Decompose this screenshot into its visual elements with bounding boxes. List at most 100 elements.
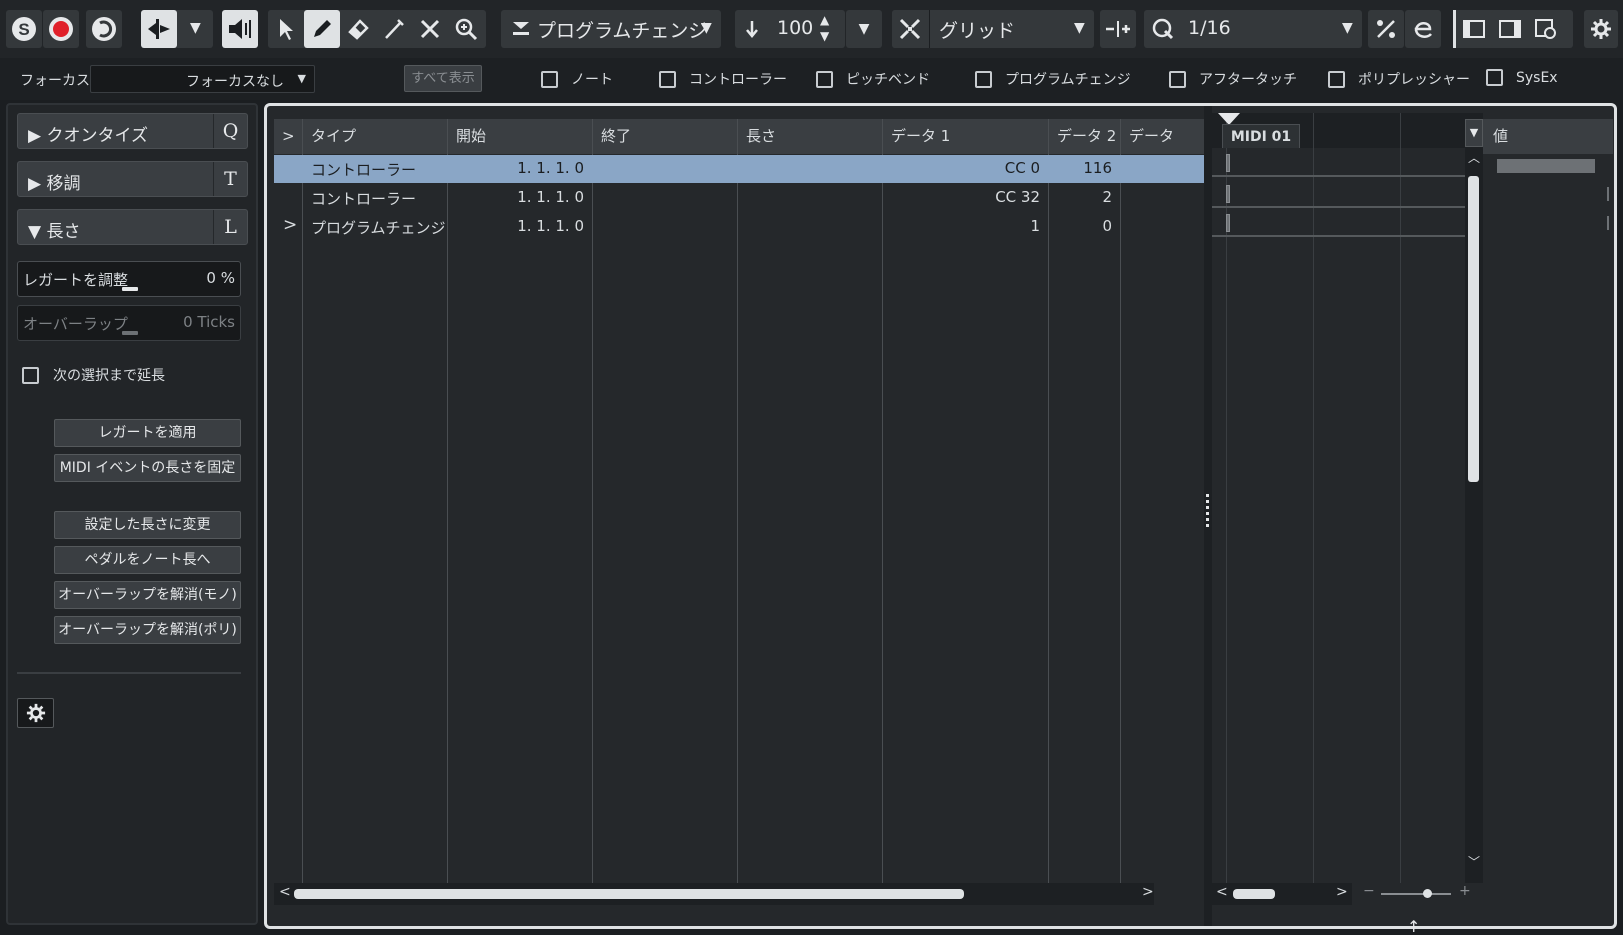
expand-column-header[interactable]: >	[274, 119, 302, 154]
column-header-data3[interactable]: データ	[1121, 119, 1204, 154]
scroll-thumb[interactable]	[1233, 889, 1275, 899]
cell-start[interactable]: 1. 1. 1. 0	[448, 159, 584, 177]
delete-overlaps-mono-button[interactable]: オーバーラップを解消(モノ)	[54, 581, 241, 609]
line-tool[interactable]	[376, 10, 412, 48]
filter-sysex[interactable]: SysEx	[1486, 69, 1558, 86]
value-bar[interactable]	[1497, 159, 1595, 173]
setup-window-layout-button[interactable]	[1528, 10, 1564, 48]
delete-overlaps-poly-button[interactable]: オーバーラップを解消(ポリ)	[54, 616, 241, 644]
vertical-scrollbar[interactable]: ︿ ﹀	[1465, 113, 1483, 883]
apply-legato-button[interactable]: レガートを適用	[54, 419, 241, 447]
zoom-slider[interactable]: − +	[1357, 883, 1507, 905]
scroll-right-icon[interactable]: >	[1142, 884, 1154, 900]
value-bar[interactable]	[1607, 187, 1609, 201]
scroll-right-icon[interactable]: >	[1336, 884, 1348, 900]
auto-scroll-dropdown[interactable]: ▼	[190, 20, 201, 36]
quantize-select[interactable]: 1/16 ▼	[1144, 10, 1362, 48]
cell-data2[interactable]: 116	[1049, 159, 1112, 177]
cell-data1[interactable]: CC 0	[883, 159, 1040, 177]
decrement-icon[interactable]: ▼	[820, 29, 829, 43]
object-select-tool[interactable]	[268, 10, 304, 48]
scroll-left-icon[interactable]: <	[1216, 884, 1228, 900]
acoustic-feedback-button[interactable]	[86, 10, 122, 48]
section-transpose[interactable]: ▶ 移調 T	[17, 161, 248, 197]
section-length[interactable]: ▼ 長さ L	[17, 209, 248, 245]
scroll-left-icon[interactable]: <	[279, 884, 291, 900]
zoom-out-icon[interactable]: −	[1363, 883, 1375, 899]
event-marker[interactable]	[1226, 154, 1230, 172]
event-type-select[interactable]: プログラムチェンジ ▼	[501, 10, 721, 48]
scroll-thumb[interactable]	[294, 889, 964, 899]
erase-tool[interactable]	[340, 10, 376, 48]
snap-to-zero-crossing-button[interactable]	[1100, 10, 1136, 48]
fix-length-button[interactable]: MIDI イベントの長さを固定	[54, 454, 241, 482]
zoom-tool[interactable]	[448, 10, 484, 48]
column-header-start[interactable]: 開始	[448, 119, 592, 154]
cell-type[interactable]: コントローラー	[311, 159, 416, 180]
pane-splitter[interactable]	[1204, 106, 1212, 926]
auto-scroll-button[interactable]	[141, 10, 177, 48]
slider-knob[interactable]	[122, 287, 138, 291]
cell-data1[interactable]: 1	[883, 217, 1040, 235]
cell-data2[interactable]: 0	[1049, 217, 1112, 235]
table-row[interactable]: コントローラー 1. 1. 1. 0 CC 0 116	[274, 155, 1204, 183]
cell-type[interactable]: コントローラー	[311, 188, 416, 209]
draw-tool[interactable]	[304, 10, 340, 48]
show-right-zone-button[interactable]	[1492, 10, 1528, 48]
filter-program-change[interactable]: プログラムチェンジ	[975, 69, 1131, 89]
show-left-zone-button[interactable]	[1456, 10, 1492, 48]
column-header-end[interactable]: 終了	[593, 119, 737, 154]
horizontal-scrollbar[interactable]: < >	[274, 883, 1154, 905]
cell-data2[interactable]: 2	[1049, 188, 1112, 206]
zoom-in-icon[interactable]: +	[1459, 883, 1471, 899]
legato-slider[interactable]: レガートを調整 0 %	[17, 261, 241, 297]
scroll-down-icon[interactable]: ﹀	[1468, 853, 1480, 870]
value-column-toggle[interactable]: ▼	[1465, 119, 1483, 147]
pedals-to-note-length-button[interactable]: ペダルをノート長へ	[54, 546, 241, 574]
slider-knob[interactable]	[122, 331, 138, 335]
iterative-quantize-button[interactable]	[1368, 10, 1404, 48]
quantize-groove-button[interactable]	[1405, 10, 1441, 48]
solo-button[interactable]: S	[6, 10, 42, 48]
insert-velocity-field[interactable]: 100 ▲ ▼	[735, 10, 845, 48]
column-header-data1[interactable]: データ 1	[883, 119, 1048, 154]
filter-pitchbend[interactable]: ピッチベンド	[816, 69, 930, 89]
column-header-type[interactable]: タイプ	[303, 119, 447, 154]
table-row[interactable]: コントローラー 1. 1. 1. 0 CC 32 2	[274, 184, 1204, 212]
scroll-up-icon[interactable]: ︿	[1468, 149, 1480, 166]
overlap-slider[interactable]: オーバーラップ 0 Ticks	[17, 305, 241, 341]
focus-select[interactable]: フォーカスなし ▼	[90, 65, 315, 93]
cell-type[interactable]: プログラムチェンジ	[311, 217, 446, 238]
drag-handle-icon[interactable]	[1206, 494, 1209, 530]
velocity-dropdown[interactable]: ▼	[846, 10, 882, 48]
event-marker[interactable]	[1226, 214, 1230, 232]
filter-poly-pressure[interactable]: ポリプレッシャー	[1328, 69, 1470, 89]
cell-start[interactable]: 1. 1. 1. 0	[448, 188, 584, 206]
mute-tool[interactable]	[412, 10, 448, 48]
extend-to-next-checkbox[interactable]: 次の選択まで延長	[22, 365, 165, 385]
acoustic-button[interactable]	[222, 10, 258, 48]
set-length-button[interactable]: 設定した長さに変更	[54, 511, 241, 539]
record-button[interactable]	[43, 10, 79, 48]
event-marker[interactable]	[1226, 185, 1230, 203]
increment-icon[interactable]: ▲	[820, 13, 829, 27]
zoom-knob[interactable]	[1423, 889, 1432, 898]
cell-data1[interactable]: CC 32	[883, 188, 1040, 206]
snap-toggle[interactable]	[892, 10, 928, 48]
filter-controller[interactable]: コントローラー	[659, 69, 787, 89]
filter-aftertouch[interactable]: アフタータッチ	[1169, 69, 1297, 89]
settings-button[interactable]	[1584, 10, 1618, 48]
column-header-length[interactable]: 長さ	[738, 119, 882, 154]
section-quantize[interactable]: ▶ クオンタイズ Q	[17, 113, 248, 149]
inspector-settings-button[interactable]	[17, 698, 54, 728]
insert-velocity-value[interactable]: 100	[777, 17, 813, 39]
show-all-button[interactable]: すべて表示	[404, 65, 482, 92]
column-header-data2[interactable]: データ 2	[1049, 119, 1120, 154]
scroll-thumb[interactable]	[1468, 176, 1479, 482]
snap-type-select[interactable]: グリッド ▼	[892, 10, 1094, 48]
event-display-scrollbar[interactable]: < >	[1212, 883, 1352, 905]
value-bar[interactable]	[1607, 216, 1609, 230]
filter-note[interactable]: ノート	[541, 69, 613, 89]
cell-start[interactable]: 1. 1. 1. 0	[448, 217, 584, 235]
table-row[interactable]: > プログラムチェンジ 1. 1. 1. 0 1 0	[274, 213, 1204, 241]
